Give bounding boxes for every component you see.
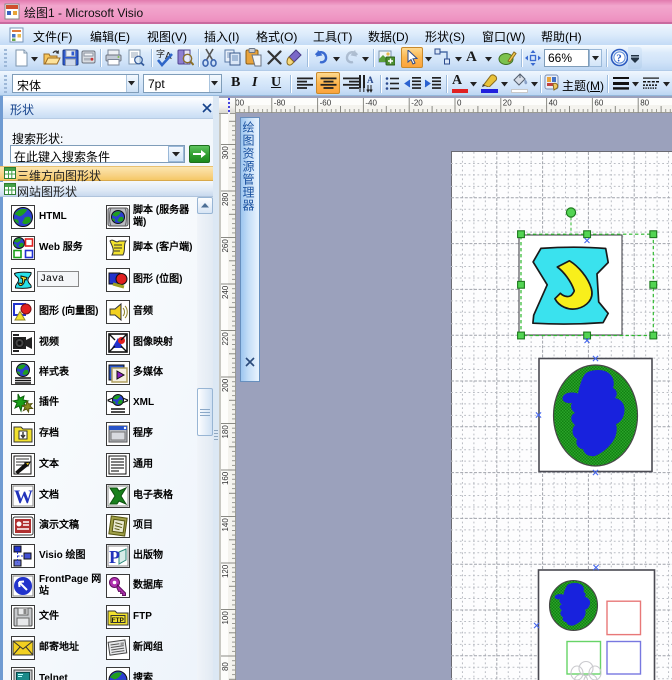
svg-text:-100: -100 (236, 99, 245, 108)
svg-text:200: 200 (221, 378, 230, 392)
svg-text:60: 60 (594, 99, 603, 108)
svg-text:W: W (14, 487, 33, 508)
svg-text:220: 220 (221, 332, 230, 346)
svg-text:180: 180 (221, 425, 230, 439)
svg-text:-80: -80 (274, 99, 286, 108)
svg-text:-40: -40 (365, 99, 377, 108)
svg-text:240: 240 (221, 285, 230, 299)
svg-text:100: 100 (221, 611, 230, 625)
svg-text:P: P (109, 547, 120, 567)
svg-text:-60: -60 (320, 99, 332, 108)
svg-text:A: A (367, 75, 374, 85)
svg-text:20: 20 (503, 99, 512, 108)
svg-text:160: 160 (221, 471, 230, 485)
svg-text:80: 80 (221, 662, 230, 671)
svg-text:80: 80 (640, 99, 649, 108)
svg-text:280: 280 (221, 192, 230, 206)
svg-text:0: 0 (457, 99, 462, 108)
svg-text:40: 40 (549, 99, 558, 108)
svg-text:300: 300 (221, 146, 230, 160)
svg-text:140: 140 (221, 518, 230, 532)
svg-text:260: 260 (221, 239, 230, 253)
svg-text:字: 字 (156, 48, 165, 59)
svg-text:120: 120 (221, 564, 230, 578)
svg-text:-20: -20 (411, 99, 423, 108)
svg-text:FTP: FTP (112, 617, 125, 624)
svg-text:?: ? (616, 53, 622, 65)
